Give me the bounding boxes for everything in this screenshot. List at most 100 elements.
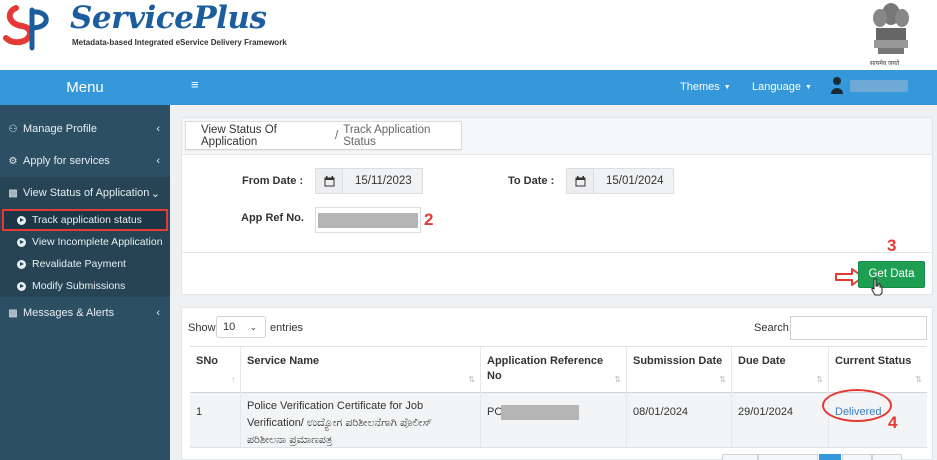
annotation-4: 4 — [888, 413, 898, 432]
hamburger-menu-icon[interactable]: ≡ — [191, 77, 199, 92]
play-circle-icon — [17, 281, 26, 291]
sidebar-subitem-label: Track application status — [32, 214, 142, 226]
breadcrumb-separator: / — [335, 129, 339, 142]
column-header-service-name[interactable]: Service Name ⇅ — [240, 347, 480, 393]
file-icon: ▩ — [8, 187, 18, 199]
breadcrumb-parent[interactable]: View Status Of Application — [201, 124, 330, 148]
annotation-2: 2 — [424, 210, 434, 229]
calendar-icon[interactable] — [567, 169, 594, 193]
chevron-down-icon: ⌄ — [249, 322, 257, 332]
sidebar-item-apply-services[interactable]: ⚙ Apply for services ‹ — [0, 145, 170, 177]
main-content: View Status Of Application / Track Appli… — [170, 105, 937, 460]
national-emblem-icon — [873, 3, 909, 54]
play-circle-icon — [17, 215, 26, 225]
sidebar-item-label: Apply for services — [23, 155, 110, 167]
sort-icon: ⇅ — [719, 375, 726, 384]
top-navbar: ≡ Themes ▼ Language ▼ — [170, 70, 937, 105]
cell-submission-date: 08/01/2024 — [626, 393, 731, 448]
top-header: ServicePlus Metadata-based Integrated eS… — [0, 0, 937, 70]
sidebar-subitem-revalidate[interactable]: Revalidate Payment — [0, 253, 170, 275]
sort-icon: ⇅ — [614, 375, 621, 384]
from-date-field[interactable]: 15/11/2023 — [315, 168, 423, 194]
from-date-label: From Date : — [242, 175, 304, 187]
chevron-left-icon: ‹ — [156, 307, 160, 319]
sidebar: Menu ⚇ Manage Profile ‹ ⚙ Apply for serv… — [0, 70, 170, 460]
column-header-sno[interactable]: SNo ↑ — [190, 347, 240, 393]
sidebar-item-view-status[interactable]: ▩ View Status of Application ⌄ — [0, 177, 170, 209]
redacted-value — [318, 213, 418, 228]
language-label: Language — [752, 81, 801, 93]
search-input[interactable] — [790, 316, 927, 340]
to-date-label: To Date : — [508, 175, 555, 187]
chevron-left-icon: ‹ — [156, 155, 160, 167]
pagination-next[interactable] — [842, 454, 872, 460]
header-label: Current Status — [835, 355, 912, 367]
file-icon: ▩ — [8, 307, 18, 319]
sidebar-submenu: Track application status View Incomplete… — [0, 209, 170, 297]
language-dropdown[interactable]: Language ▼ — [752, 81, 812, 93]
sidebar-subitem-label: Modify Submissions — [32, 280, 126, 292]
brand-tagline: Metadata-based Integrated eService Deliv… — [72, 38, 287, 47]
app-ref-prefix: PC — [487, 406, 503, 418]
header-label: SNo — [196, 355, 218, 367]
show-label: Show — [188, 322, 216, 334]
emblem-caption: सत्यमेव जयते — [870, 61, 900, 67]
sidebar-subitem-incomplete[interactable]: View Incomplete Application — [0, 231, 170, 253]
to-date-field[interactable]: 15/01/2024 — [566, 168, 674, 194]
hand-cursor-icon — [871, 278, 883, 296]
column-header-due-date[interactable]: Due Date ⇅ — [731, 347, 828, 393]
cell-app-ref: PC — [480, 393, 626, 448]
sort-icon: ⇅ — [915, 375, 922, 384]
pagination — [722, 454, 922, 460]
pagination-last[interactable] — [872, 454, 902, 460]
sort-icon: ⇅ — [816, 375, 823, 384]
brand-title: ServicePlus — [70, 0, 267, 36]
entries-label: entries — [270, 322, 304, 334]
sidebar-subitem-track-status[interactable]: Track application status — [2, 209, 168, 231]
themes-label: Themes — [680, 81, 720, 93]
breadcrumb: View Status Of Application / Track Appli… — [185, 121, 462, 150]
sidebar-item-manage-profile[interactable]: ⚇ Manage Profile ‹ — [0, 113, 170, 145]
user-name-masked[interactable] — [850, 80, 908, 92]
search-panel: View Status Of Application / Track Appli… — [181, 117, 933, 296]
pagination-first[interactable] — [722, 454, 758, 460]
column-header-submission-date[interactable]: Submission Date ⇅ — [626, 347, 731, 393]
from-date-value: 15/11/2023 — [355, 175, 412, 187]
themes-dropdown[interactable]: Themes ▼ — [680, 81, 731, 93]
sidebar-item-label: Messages & Alerts — [23, 307, 115, 319]
chevron-down-icon: ⌄ — [150, 187, 160, 200]
chevron-left-icon: ‹ — [156, 123, 160, 135]
sidebar-subitem-label: Revalidate Payment — [32, 258, 126, 270]
cogs-icon: ⚙ — [8, 155, 18, 167]
sidebar-subitem-modify[interactable]: Modify Submissions — [0, 275, 170, 297]
menu-title: Menu — [0, 70, 170, 105]
user-icon[interactable] — [831, 76, 843, 94]
sidebar-item-messages[interactable]: ▩ Messages & Alerts ‹ — [0, 297, 170, 329]
column-header-app-ref[interactable]: Application Reference No ⇅ — [480, 347, 626, 393]
app-ref-input[interactable] — [315, 207, 421, 233]
highlight-ellipse — [822, 389, 892, 422]
cell-sno: 1 — [196, 406, 203, 418]
redacted-value — [501, 404, 580, 420]
app-ref-label: App Ref No. — [241, 212, 304, 224]
entries-select-value: 10 — [223, 321, 236, 333]
sidebar-item-label: Manage Profile — [23, 123, 97, 135]
entries-select[interactable]: 10 ⌄ — [216, 316, 266, 338]
divider — [182, 252, 932, 253]
sidebar-subitem-label: View Incomplete Application — [32, 236, 163, 248]
table-row: 1 Police Verification Certificate for Jo… — [190, 393, 927, 448]
column-header-status[interactable]: Current Status ⇅ — [828, 347, 927, 393]
get-data-button[interactable]: Get Data — [858, 261, 925, 288]
header-label: Service Name — [247, 355, 320, 367]
calendar-icon[interactable] — [316, 169, 343, 193]
pagination-page-1[interactable] — [819, 454, 841, 460]
to-date-value: 15/01/2024 — [606, 175, 664, 187]
header-label: Submission Date — [633, 355, 723, 367]
search-label: Search: — [754, 322, 792, 334]
annotation-3: 3 — [887, 236, 897, 255]
pagination-previous[interactable] — [758, 454, 818, 460]
results-panel: Show 10 ⌄ entries Search: SNo ↑ Service … — [181, 307, 933, 460]
sort-icon: ↑ — [231, 375, 235, 384]
header-label: Application Reference No — [487, 355, 604, 382]
users-cog-icon: ⚇ — [8, 123, 18, 135]
